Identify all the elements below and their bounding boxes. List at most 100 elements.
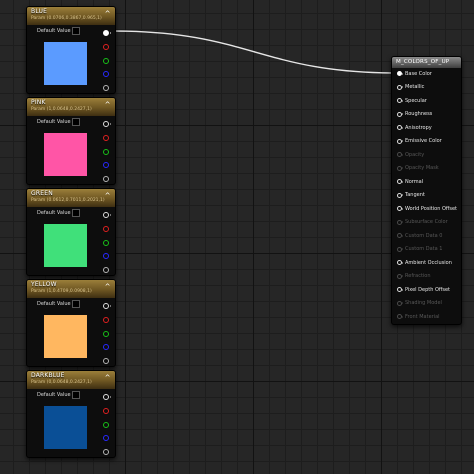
param-node-header[interactable]: GREEN Param (0.0612,0.7011,0.2021,1) ^ — [27, 189, 115, 207]
output-b-pin[interactable] — [103, 162, 109, 168]
default-value-row: Default Value — [27, 389, 115, 403]
default-value-checkbox[interactable] — [72, 209, 80, 217]
output-rgb-pin[interactable] — [103, 303, 111, 309]
material-input-opacity-mask: Opacity Mask — [392, 164, 461, 174]
output-rgb-pin[interactable] — [103, 121, 111, 127]
material-input-label: World Position Offset — [405, 205, 457, 212]
output-g-pin[interactable] — [103, 149, 109, 155]
output-a-pin[interactable] — [103, 358, 109, 364]
material-result-node[interactable]: M_COLORS_OF_UP Base Color Metallic Specu… — [391, 56, 462, 325]
output-b-pin[interactable] — [103, 253, 109, 259]
param-node-title: BLUE — [31, 8, 48, 15]
material-input-tangent[interactable]: Tangent — [392, 191, 461, 201]
default-value-checkbox[interactable] — [72, 27, 80, 35]
input-pin-icon[interactable] — [397, 98, 403, 103]
output-g-pin[interactable] — [103, 58, 109, 64]
input-pin-icon[interactable] — [397, 111, 403, 117]
material-input-normal[interactable]: Normal — [392, 177, 461, 187]
param-node-darkblue[interactable]: DARKBLUE Param (0,0.0648,0.2427,1) ^ Def… — [26, 370, 116, 458]
input-pin-icon[interactable] — [397, 192, 403, 198]
material-node-title: M_COLORS_OF_UP — [396, 58, 450, 65]
output-b-pin[interactable] — [103, 71, 109, 77]
wire-blue-to-base-color — [111, 30, 398, 74]
param-node-header[interactable]: YELLOW Param (1,0.4709,0.0908,1) ^ — [27, 280, 115, 298]
collapse-chevron-icon[interactable]: ^ — [104, 375, 111, 382]
input-pin-icon — [397, 152, 403, 157]
default-value-checkbox[interactable] — [72, 391, 80, 399]
output-rgb-pin[interactable] — [103, 30, 111, 36]
input-pin-icon[interactable] — [397, 125, 403, 130]
input-pin-icon[interactable] — [397, 287, 403, 292]
input-pin-icon[interactable] — [397, 71, 403, 76]
material-input-metallic[interactable]: Metallic — [392, 83, 461, 93]
material-input-label: Custom Data 0 — [405, 232, 443, 239]
param-node-pink[interactable]: PINK Param (1,0.0648,0.2427,1) ^ Default… — [26, 97, 116, 185]
param-node-header[interactable]: PINK Param (1,0.0648,0.2427,1) ^ — [27, 98, 115, 116]
param-node-yellow[interactable]: YELLOW Param (1,0.4709,0.0908,1) ^ Defau… — [26, 279, 116, 367]
collapse-chevron-icon[interactable]: ^ — [104, 284, 111, 291]
output-a-pin[interactable] — [103, 267, 109, 273]
output-b-pin[interactable] — [103, 435, 109, 441]
material-input-opacity: Opacity — [392, 150, 461, 160]
param-node-subtitle: Param (0,0.0648,0.2427,1) — [31, 380, 92, 385]
material-input-label: Base Color — [405, 70, 432, 77]
default-value-row: Default Value — [27, 298, 115, 312]
color-swatch[interactable] — [44, 406, 87, 449]
input-pin-icon[interactable] — [397, 179, 403, 184]
color-swatch[interactable] — [44, 133, 87, 176]
color-swatch[interactable] — [44, 42, 87, 85]
material-input-pixel-depth-offset[interactable]: Pixel Depth Offset — [392, 285, 461, 295]
output-r-pin[interactable] — [103, 226, 109, 232]
collapse-chevron-icon[interactable]: ^ — [104, 102, 111, 109]
input-pin-icon[interactable] — [397, 260, 403, 265]
default-value-label: Default Value — [37, 210, 71, 216]
material-input-custom-data-1: Custom Data 1 — [392, 245, 461, 255]
output-g-pin[interactable] — [103, 240, 109, 246]
material-input-anisotropy[interactable]: Anisotropy — [392, 123, 461, 133]
param-node-subtitle: Param (1,0.0648,0.2427,1) — [31, 107, 92, 112]
output-r-pin[interactable] — [103, 317, 109, 323]
material-input-ambient-occlusion[interactable]: Ambient Occlusion — [392, 258, 461, 268]
material-input-label: Refraction — [405, 273, 431, 279]
material-input-emissive-color[interactable]: Emissive Color — [392, 137, 461, 147]
material-input-label: Emissive Color — [405, 138, 442, 144]
collapse-chevron-icon[interactable]: ^ — [104, 193, 111, 200]
output-r-pin[interactable] — [103, 44, 109, 50]
collapse-chevron-icon[interactable]: ^ — [104, 11, 111, 18]
output-rgb-pin[interactable] — [103, 394, 111, 400]
output-a-pin[interactable] — [103, 176, 109, 182]
material-input-specular[interactable]: Specular — [392, 96, 461, 106]
material-input-front-material: Front Material — [392, 312, 461, 322]
input-pin-icon[interactable] — [397, 138, 403, 144]
color-swatch[interactable] — [44, 224, 87, 267]
default-value-checkbox[interactable] — [72, 300, 80, 308]
material-node-header[interactable]: M_COLORS_OF_UP — [392, 57, 461, 68]
material-input-label: Shading Model — [405, 300, 442, 306]
param-node-blue[interactable]: BLUE Param (0.0706,0.3867,0.965,1) ^ Def… — [26, 6, 116, 94]
material-input-shading-model: Shading Model — [392, 299, 461, 309]
material-input-base-color[interactable]: Base Color — [392, 69, 461, 79]
output-r-pin[interactable] — [103, 408, 109, 414]
material-input-label: Metallic — [405, 84, 425, 90]
output-g-pin[interactable] — [103, 331, 109, 337]
color-swatch[interactable] — [44, 315, 87, 358]
input-pin-icon[interactable] — [397, 84, 403, 90]
param-node-header[interactable]: DARKBLUE Param (0,0.0648,0.2427,1) ^ — [27, 371, 115, 389]
output-g-pin[interactable] — [103, 422, 109, 428]
input-pin-icon — [397, 300, 403, 306]
input-pin-icon — [397, 246, 403, 252]
output-r-pin[interactable] — [103, 135, 109, 141]
material-input-custom-data-0: Custom Data 0 — [392, 231, 461, 241]
default-value-checkbox[interactable] — [72, 118, 80, 126]
material-input-label: Normal — [405, 178, 424, 185]
param-node-green[interactable]: GREEN Param (0.0612,0.7011,0.2021,1) ^ D… — [26, 188, 116, 276]
output-a-pin[interactable] — [103, 449, 109, 455]
param-node-header[interactable]: BLUE Param (0.0706,0.3867,0.965,1) ^ — [27, 7, 115, 25]
material-input-label: Roughness — [405, 111, 433, 117]
material-input-world-position-offset[interactable]: World Position Offset — [392, 204, 461, 214]
material-input-roughness[interactable]: Roughness — [392, 110, 461, 120]
output-b-pin[interactable] — [103, 344, 109, 350]
input-pin-icon[interactable] — [397, 206, 403, 211]
output-rgb-pin[interactable] — [103, 212, 111, 218]
output-a-pin[interactable] — [103, 85, 109, 91]
